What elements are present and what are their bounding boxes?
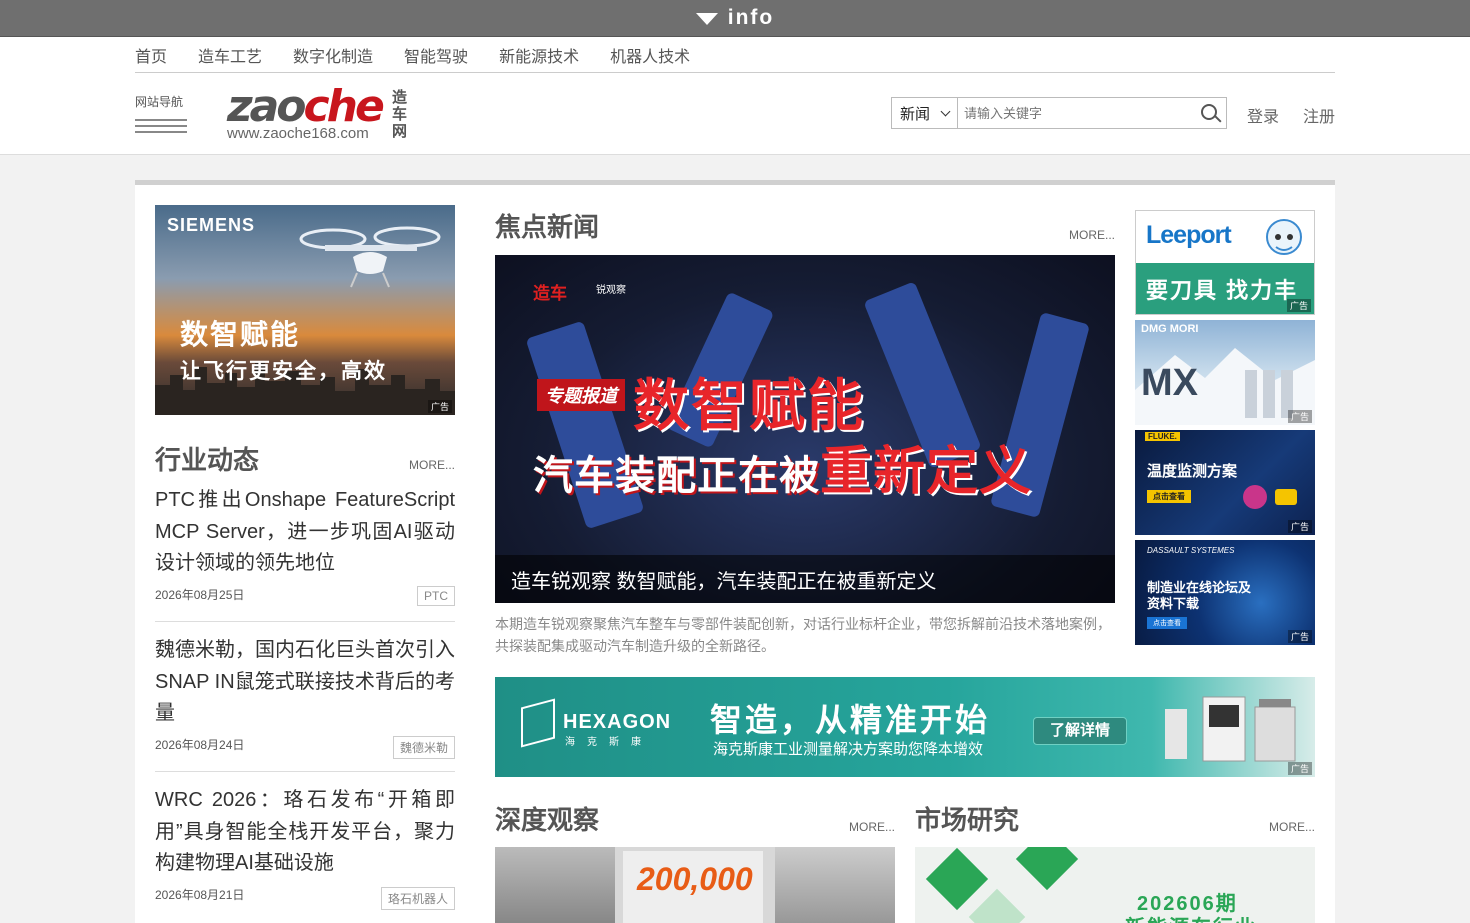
siemens-headline: 数智赋能 [180,319,301,350]
nav-item-home[interactable]: 首页 [135,43,167,67]
login-link[interactable]: 登录 [1247,103,1279,127]
siemens-subline: 让飞行更安全，高效 [180,360,387,383]
industry-news-title: 行业动态 [155,445,260,475]
main-content: SIEMENS 数智赋能 让飞行更安全，高效 广告 行业动态 MORE... P… [135,180,1335,923]
list-item[interactable]: 魏德米勒，国内石化巨头首次引入SNAP IN鼠笼式联接技术背后的考量 2026年… [155,635,455,772]
green-diamond-shape [925,847,989,911]
siemens-brand: SIEMENS [167,215,256,235]
mx-logo: MX [1141,362,1198,404]
hexagon-ad-banner[interactable]: HEXAGON 海克斯康 智造，从精准开始 海克斯康工业测量解决方案助您降本增效… [495,677,1315,777]
factory-image [775,847,895,923]
drone-image [299,226,441,288]
hexagon-brand-cn: 海克斯康 [565,737,653,748]
factory-image [495,847,615,923]
dassault-text: 制造业在线论坛及 资料下载 [1147,580,1252,611]
news-tag[interactable]: 珞石机器人 [380,887,455,910]
dassault-view-button[interactable]: 点击查看 [1147,617,1187,629]
list-item[interactable]: PTC推出Onshape FeatureScript MCP Server，进一… [155,485,455,622]
ad-label: 广告 [1287,410,1312,423]
depth-image-number: 200,000 [637,861,753,897]
issue-topic: 新能源车行业 [1125,911,1257,923]
dassault-brand: DASSAULT SYSTEMES [1147,546,1235,555]
register-link[interactable]: 注册 [1303,103,1335,127]
special-report-tag: 专题报道 [537,379,625,411]
nav-item-new-energy[interactable]: 新能源技术 [499,43,579,67]
hexagon-headline: 智造，从精准开始 [710,702,991,738]
site-logo[interactable]: zaoche www.zaoche168.com 造车网 [227,85,409,145]
nav-item-robotics[interactable]: 机器人技术 [610,43,690,67]
fluke-text: 温度监测方案 [1147,463,1238,480]
search-input[interactable] [958,98,1194,128]
search-category-select[interactable]: 新闻 [892,98,958,128]
market-article-image[interactable]: 202606期 新能源车行业 [915,847,1315,923]
fluke-view-button[interactable]: 点击查看 [1147,490,1191,503]
hexagon-subline: 海克斯康工业测量解决方案助您降本增效 [713,741,984,758]
chevron-down-icon [940,106,951,117]
focus-caption[interactable]: 造车锐观察 数智赋能，汽车装配正在被重新定义 [495,555,1115,603]
leeport-ad[interactable]: Leeport 要刀具 找力丰 广告 [1135,210,1315,315]
info-label: info [727,6,775,29]
logo-wordmark: zaoche [227,81,385,132]
industry-more-link[interactable]: MORE... [409,458,455,472]
news-title[interactable]: WRC 2026：珞石发布“开箱即用”具身智能全栈开发平台，聚力构建物理AI基础… [155,785,455,880]
logo-cn: 造车网 [392,89,408,140]
logo-url: www.zaoche168.com [227,125,369,142]
dmg-mori-ad[interactable]: DMG MORI MX 广告 [1135,320,1315,425]
nav-item-car-process[interactable]: 造车工艺 [198,43,262,67]
focus-news-title: 焦点新闻 [495,212,600,242]
info-bar[interactable]: info [0,0,1470,37]
hamburger-icon[interactable] [135,119,187,133]
search-bar: 新闻 [891,97,1227,129]
news-date: 2026年08月25日 [155,587,245,602]
fluke-ad[interactable]: FLUKE. 温度监测方案 点击查看 广告 [1135,430,1315,535]
focus-more-link[interactable]: MORE... [1069,228,1115,242]
siemens-ad-banner[interactable]: SIEMENS 数智赋能 让飞行更安全，高效 广告 [155,205,455,415]
hexagon-logo-icon [521,698,555,748]
ad-label: 广告 [1286,299,1311,312]
ad-label: 广告 [1287,630,1312,643]
divider [155,621,455,622]
observation-logo: 锐观察 [596,285,626,296]
focus-description: 本期造车锐观察聚焦汽车整车与零部件装配创新，对话行业标杆企业，带您拆解前沿技术落… [495,616,1111,654]
search-icon[interactable] [1194,98,1226,128]
caret-down-icon [695,13,718,25]
dmg-mori-brand: DMG MORI [1141,323,1199,335]
thermal-camera-icon [1243,485,1297,509]
ad-label: 广告 [1287,520,1312,533]
ad-label: 广告 [427,400,452,413]
site-nav-menu[interactable]: 网站导航 [135,93,187,137]
news-title[interactable]: 魏德米勒，国内石化巨头首次引入SNAP IN鼠笼式联接技术背后的考量 [155,635,455,730]
measuring-machine-image [1165,696,1296,762]
mascot-robot-icon [1266,219,1302,255]
ad-label: 广告 [1287,762,1312,775]
green-diamond-shape [1015,847,1079,891]
site-header: 首页 造车工艺 数字化制造 智能驾驶 新能源技术 机器人技术 网站导航 zaoc… [0,37,1470,155]
depth-more-link[interactable]: MORE... [849,820,895,834]
divider [155,771,455,772]
news-tag[interactable]: 魏德米勒 [392,736,455,759]
hexagon-brand: HEXAGON [563,711,672,733]
list-item[interactable]: WRC 2026：珞石发布“开箱即用”具身智能全栈开发平台，聚力构建物理AI基础… [155,785,455,915]
nav-item-digital-manufacturing[interactable]: 数字化制造 [293,43,373,67]
depth-observation-title: 深度观察 [495,805,600,835]
market-more-link[interactable]: MORE... [1269,820,1315,834]
dassault-ad[interactable]: DASSAULT SYSTEMES 制造业在线论坛及 资料下载 点击查看 广告 [1135,540,1315,645]
focus-subheadline: 汽车装配正在被重新定义 [533,443,1033,501]
news-tag[interactable]: PTC [417,586,455,606]
green-diamond-shape [968,888,1026,923]
market-research-title: 市场研究 [915,805,1020,835]
learn-more-button[interactable]: 了解详情 [1033,717,1127,745]
focus-news-image[interactable]: 造车 锐观察 专题报道 数智赋能 汽车装配正在被重新定义 造车锐观察 数智赋能，… [495,255,1115,603]
category-nav: 首页 造车工艺 数字化制造 智能驾驶 新能源技术 机器人技术 [135,37,1335,73]
zaoche-logo: 造车 [533,284,567,303]
nav-item-smart-driving[interactable]: 智能驾驶 [404,43,468,67]
site-nav-label: 网站导航 [135,95,184,109]
depth-article-image[interactable]: 200,000 [495,847,895,923]
news-title[interactable]: PTC推出Onshape FeatureScript MCP Server，进一… [155,485,455,580]
fluke-brand: FLUKE. [1145,432,1180,441]
leeport-brand: Leeport [1146,221,1232,249]
